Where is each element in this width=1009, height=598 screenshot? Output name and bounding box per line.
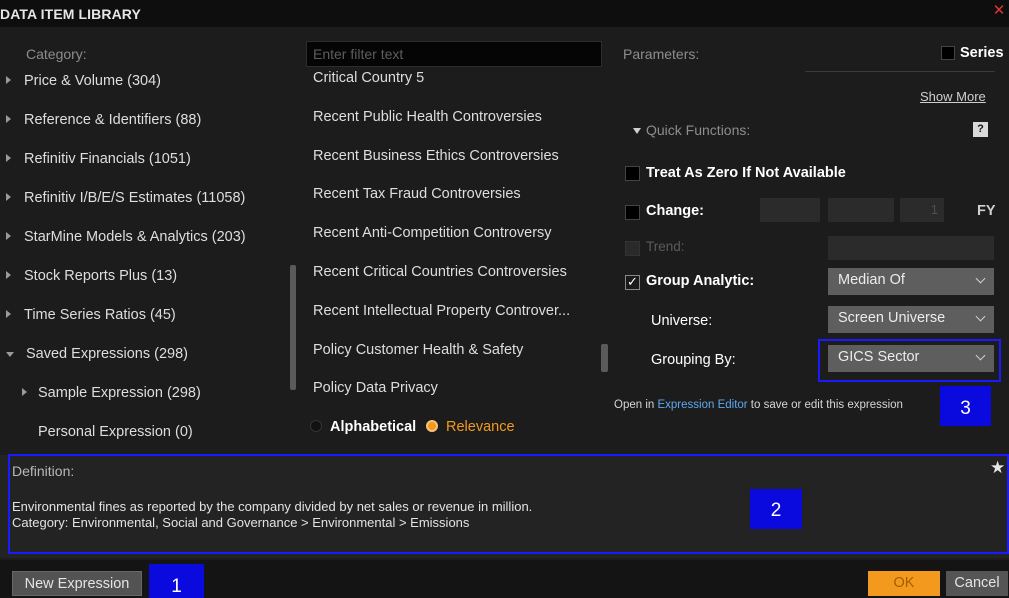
group-analytic-value: Median Of [838,272,905,288]
data-item-library-dialog: DATA ITEM LIBRARY ✕ Category: Price & Vo… [0,0,1009,598]
close-icon[interactable]: ✕ [991,3,1007,19]
list-scrollbar[interactable] [601,344,608,372]
category-panel: Category: Price & Volume (304) Reference… [0,37,290,449]
list-item[interactable]: Critical Country 5 [313,70,424,86]
treat-as-zero-checkbox[interactable] [625,166,640,181]
cancel-button[interactable]: Cancel [946,571,1008,596]
sort-alphabetical-radio[interactable] [310,420,322,432]
list-item[interactable]: Recent Intellectual Property Controver..… [313,303,570,319]
collapse-arrow-icon[interactable] [633,128,641,134]
category-item-refinitiv-financials[interactable]: Refinitiv Financials (1051) [0,145,288,175]
chevron-down-icon [975,273,986,284]
series-checkbox[interactable] [941,46,955,60]
category-item-personal-expression[interactable]: Personal Expression (0) [0,418,288,448]
list-item[interactable]: Recent Anti-Competition Controversy [313,225,552,241]
annotation-marker-3: 3 [940,386,991,426]
category-item-stock-reports[interactable]: Stock Reports Plus (13) [0,262,288,292]
collapse-arrow-icon[interactable] [6,352,14,357]
quick-functions-label: Quick Functions: [646,122,751,138]
category-header: Category: [26,46,87,62]
change-type-select[interactable] [828,198,894,222]
category-label: Stock Reports Plus (13) [24,268,178,284]
expand-arrow-icon[interactable] [6,154,11,162]
expand-arrow-icon[interactable] [22,388,27,396]
highlight-box-definition [8,454,1009,554]
parameters-header: Parameters: [623,46,700,62]
expand-arrow-icon[interactable] [6,76,11,84]
category-scrollbar[interactable] [290,265,296,390]
list-item[interactable]: Recent Tax Fraud Controversies [313,186,521,202]
category-label: StarMine Models & Analytics (203) [24,229,246,245]
sort-relevance-label[interactable]: Relevance [446,419,515,435]
list-item[interactable]: Recent Critical Countries Controversies [313,264,567,280]
expand-arrow-icon[interactable] [6,271,11,279]
expand-arrow-icon[interactable] [6,193,11,201]
editor-note: Open in Expression Editor to save or edi… [614,399,903,411]
fy-label: FY [977,203,996,219]
annotation-marker-2: 2 [750,489,802,529]
category-item-ibes-estimates[interactable]: Refinitiv I/B/E/S Estimates (11058) [0,184,288,214]
category-item-sample-expression[interactable]: Sample Expression (298) [0,379,288,409]
change-period-field[interactable]: 1 [900,198,944,222]
sort-relevance-radio[interactable] [426,420,438,432]
change-checkbox[interactable] [625,205,640,220]
dialog-title: DATA ITEM LIBRARY [0,6,141,22]
trend-select[interactable] [828,236,994,260]
new-expression-button[interactable]: New Expression [12,571,142,596]
universe-label: Universe: [651,313,713,329]
help-icon[interactable]: ? [973,122,988,137]
list-item[interactable]: Recent Business Ethics Controversies [313,148,559,164]
treat-as-zero-label: Treat As Zero If Not Available [646,165,846,181]
divider [805,71,995,72]
trend-label: Trend: [646,239,685,254]
trend-checkbox[interactable] [625,241,640,256]
expression-editor-link[interactable]: Expression Editor [657,399,747,411]
category-label: Saved Expressions (298) [26,346,188,362]
category-label: Refinitiv Financials (1051) [24,151,191,167]
category-label: Refinitiv I/B/E/S Estimates (11058) [24,190,246,206]
title-bar: DATA ITEM LIBRARY ✕ [0,0,1009,27]
group-analytic-label: Group Analytic: [646,273,755,289]
series-label: Series [960,45,1004,61]
universe-value: Screen Universe [838,310,946,326]
sort-alphabetical-label[interactable]: Alphabetical [330,419,416,435]
category-item-time-series-ratios[interactable]: Time Series Ratios (45) [0,301,288,331]
change-value-field[interactable] [760,198,820,222]
category-item-price-volume[interactable]: Price & Volume (304) [0,67,288,97]
category-label: Sample Expression (298) [38,385,201,401]
category-label: Price & Volume (304) [24,73,162,89]
category-label: Reference & Identifiers (88) [24,112,202,128]
list-item[interactable]: Policy Customer Health & Safety [313,342,523,358]
category-item-starmine[interactable]: StarMine Models & Analytics (203) [0,223,288,253]
category-item-saved-expressions[interactable]: Saved Expressions (298) [0,340,288,370]
ok-button[interactable]: OK [868,571,940,596]
editor-note-prefix: Open in [614,399,658,411]
list-item[interactable]: Policy Data Privacy [313,380,438,396]
universe-select[interactable]: Screen Universe [828,306,994,333]
expand-arrow-icon[interactable] [6,115,11,123]
expand-arrow-icon[interactable] [6,232,11,240]
group-analytic-select[interactable]: Median Of [828,268,994,295]
filter-input[interactable] [306,41,602,67]
category-label: Personal Expression (0) [38,424,193,440]
grouping-by-label: Grouping By: [651,352,736,368]
list-item[interactable]: Recent Public Health Controversies [313,109,542,125]
category-label: Time Series Ratios (45) [24,307,176,323]
change-label: Change: [646,203,704,219]
category-item-reference-identifiers[interactable]: Reference & Identifiers (88) [0,106,288,136]
expand-arrow-icon[interactable] [6,310,11,318]
show-more-link[interactable]: Show More [920,89,986,104]
group-analytic-checkbox[interactable] [625,274,640,290]
annotation-marker-1: 1 [149,564,204,598]
highlight-box-grouping [818,339,1001,382]
editor-note-suffix: to save or edit this expression [747,399,903,411]
chevron-down-icon [975,311,986,322]
